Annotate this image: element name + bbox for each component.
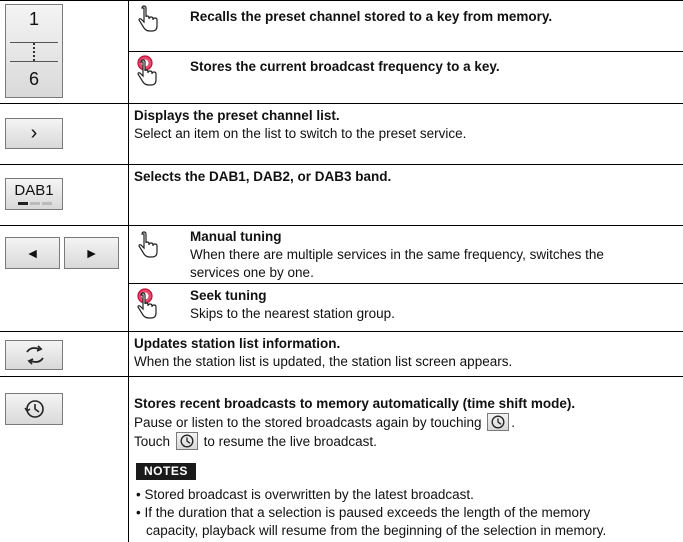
touch-hand-icon: [136, 4, 160, 37]
store-description: Stores the current broadcast frequency t…: [190, 59, 500, 74]
manual-tuning-desc: services one by one.: [190, 265, 314, 280]
row-divider: [0, 164, 683, 165]
row-divider: [0, 103, 683, 104]
note-item: • Stored broadcast is overwritten by the…: [136, 486, 474, 504]
tune-up-button[interactable]: ►: [64, 237, 119, 269]
note-text: capacity, playback will resume from the …: [146, 523, 607, 538]
sub-divider: [128, 51, 683, 52]
timeshift-title: Stores recent broadcasts to memory autom…: [134, 396, 576, 411]
band-label: DAB1: [14, 182, 54, 199]
band-indicator: [30, 202, 40, 205]
row-divider: [0, 225, 683, 226]
tune-down-button[interactable]: ◄: [5, 237, 60, 269]
refresh-icon: [23, 344, 47, 369]
note-item: • If the duration that a selection is pa…: [136, 504, 590, 522]
timeshift-desc-line2: Touch to resume the live broadcast.: [134, 432, 377, 451]
arrow-left-icon: ◄: [25, 245, 40, 261]
timeshift-icon: [23, 398, 47, 423]
timeshift-icon: [487, 413, 510, 431]
timeshift-touch-text: Touch: [134, 434, 171, 449]
manual-tuning-title: Manual tuning: [190, 229, 282, 244]
band-title: Selects the DAB1, DAB2, or DAB3 band.: [134, 169, 392, 184]
row-divider: [0, 0, 683, 1]
band-button[interactable]: DAB1: [5, 178, 63, 210]
preset-key-bottom: 6: [28, 69, 39, 89]
timeshift-icon: [175, 432, 198, 450]
update-title: Updates station list information.: [134, 336, 341, 351]
update-list-button[interactable]: [5, 340, 63, 370]
touch-hold-icon: [134, 54, 160, 91]
note-text: If the duration that a selection is paus…: [144, 505, 591, 520]
note-item-continued: capacity, playback will resume from the …: [146, 522, 606, 540]
preset-key-button[interactable]: 1 6: [5, 4, 63, 98]
sub-divider: [128, 283, 683, 284]
list-title: Displays the preset channel list.: [134, 108, 340, 123]
recall-description: Recalls the preset channel stored to a k…: [190, 9, 553, 24]
row-divider: [0, 376, 683, 377]
band-indicator: [42, 202, 52, 205]
notes-badge: NOTES: [136, 463, 196, 480]
preset-key-separator: [10, 61, 58, 62]
row-divider: [0, 331, 683, 332]
column-divider: [128, 0, 129, 542]
touch-hand-icon: [136, 230, 160, 263]
timeshift-resume-text: to resume the live broadcast.: [203, 434, 377, 449]
band-indicator: [18, 202, 28, 205]
list-desc: Select an item on the list to switch to …: [134, 126, 467, 141]
note-text: Stored broadcast is overwritten by the l…: [144, 487, 474, 502]
touch-hold-icon: [134, 287, 160, 324]
chevron-right-icon: ›: [30, 122, 38, 144]
seek-tuning-desc: Skips to the nearest station group.: [190, 306, 395, 321]
update-desc: When the station list is updated, the st…: [134, 354, 513, 369]
preset-key-dots: [33, 43, 37, 61]
timeshift-desc-text: Pause or listen to the stored broadcasts…: [134, 415, 482, 430]
preset-key-top: 1: [28, 9, 39, 29]
bullet-dot: •: [136, 505, 141, 520]
seek-tuning-title: Seek tuning: [190, 288, 267, 303]
timeshift-button[interactable]: [5, 393, 63, 425]
bullet-dot: •: [136, 487, 141, 502]
preset-list-button[interactable]: ›: [5, 118, 63, 149]
timeshift-desc-line1: Pause or listen to the stored broadcasts…: [134, 413, 515, 431]
arrow-right-icon: ►: [84, 245, 99, 261]
manual-tuning-desc: When there are multiple services in the …: [190, 247, 604, 262]
